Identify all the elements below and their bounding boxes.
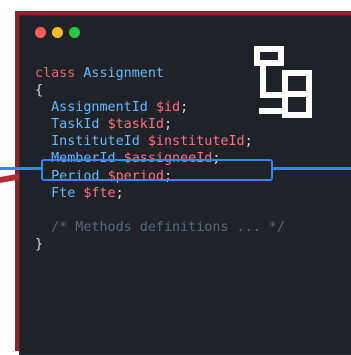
code-window: class Assignment{ AssignmentId $id; Task… — [19, 15, 351, 355]
code-line: { — [35, 82, 285, 99]
code-token: ; — [244, 134, 253, 150]
code-line: } — [35, 236, 285, 253]
window-controls — [35, 27, 80, 38]
left-connector-line — [0, 167, 41, 170]
code-token: ; — [115, 185, 124, 201]
right-connector-line — [273, 167, 351, 170]
code-token: Assignment — [83, 66, 164, 81]
maximize-dot-icon[interactable] — [69, 27, 80, 38]
highlighted-line-box — [41, 159, 273, 181]
code-line: Fte $fte; — [35, 185, 285, 202]
code-token: { — [35, 83, 44, 99]
code-token: /* Methods definitions ... */ — [35, 219, 285, 235]
code-token: class — [35, 66, 84, 81]
code-line: TaskId $taskId; — [35, 116, 285, 133]
code-line: InstituteId $instituteId; — [35, 133, 285, 150]
minimize-dot-icon[interactable] — [52, 27, 63, 38]
code-token: $instituteId — [147, 134, 245, 150]
code-token: ; — [180, 100, 189, 116]
code-line: /* Methods definitions ... */ — [35, 219, 285, 236]
code-token: InstituteId — [35, 134, 148, 150]
code-token: $id — [155, 100, 181, 116]
code-line: class Assignment — [35, 65, 285, 82]
code-token: } — [35, 236, 44, 252]
code-token: Fte — [35, 185, 84, 201]
code-token: TaskId — [35, 117, 108, 133]
code-token: ; — [164, 117, 173, 133]
close-dot-icon[interactable] — [35, 27, 46, 38]
code-token: $taskId — [107, 117, 164, 133]
code-line: AssignmentId $id; — [35, 99, 285, 116]
code-token: $fte — [83, 185, 116, 201]
code-token: AssignmentId — [35, 100, 156, 116]
